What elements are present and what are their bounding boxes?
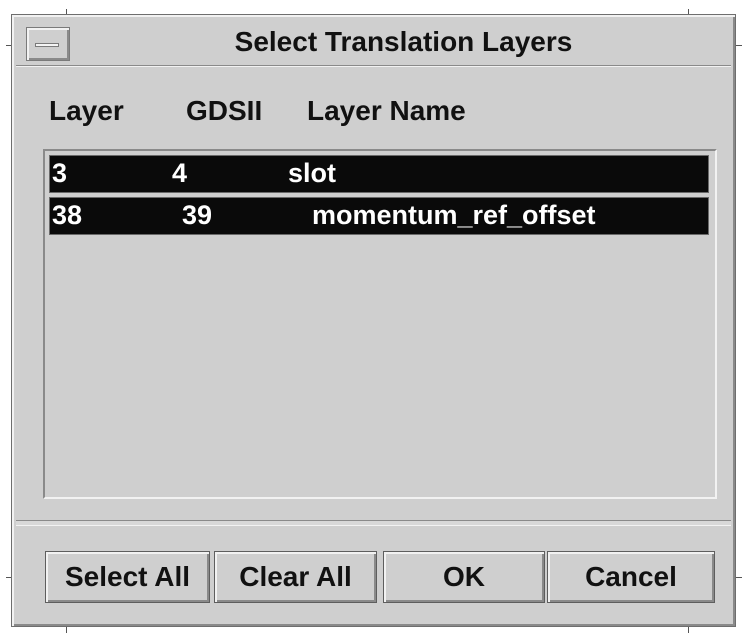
ok-button[interactable]: OK xyxy=(383,551,545,603)
dialog-title: Select Translation Layers xyxy=(234,26,573,57)
corner-tick xyxy=(66,627,67,633)
corner-tick xyxy=(736,45,742,46)
select-translation-layers-dialog: Select Translation Layers Layer GDSII La… xyxy=(11,14,736,627)
row-gdsii: 39 xyxy=(182,200,213,230)
clear-all-button[interactable]: Clear All xyxy=(214,551,377,603)
row-layer: 38 xyxy=(52,200,83,230)
select-all-button[interactable]: Select All xyxy=(45,551,210,603)
window-menu-button[interactable] xyxy=(26,27,70,61)
row-gdsii: 4 xyxy=(172,158,188,188)
cancel-button[interactable]: Cancel xyxy=(547,551,715,603)
column-header-layer-name: Layer Name xyxy=(307,95,466,126)
row-layer-name: momentum_ref_offset xyxy=(312,200,596,230)
column-header-gdsii: GDSII xyxy=(186,95,263,126)
corner-tick xyxy=(688,627,689,633)
list-item-selected[interactable]: 38 39 momentum_ref_offset xyxy=(49,197,709,235)
corner-tick xyxy=(736,577,742,578)
title-bar[interactable]: Select Translation Layers xyxy=(16,19,731,66)
list-item-selected[interactable]: 3 4 slot xyxy=(49,155,709,193)
row-layer-name: slot xyxy=(288,158,337,188)
column-header-layer: Layer xyxy=(49,95,124,126)
separator xyxy=(16,520,731,526)
layer-list[interactable]: 3 4 slot 38 39 momentum_ref_offset xyxy=(43,149,717,499)
row-layer: 3 xyxy=(52,158,68,188)
window-menu-icon xyxy=(35,43,59,47)
